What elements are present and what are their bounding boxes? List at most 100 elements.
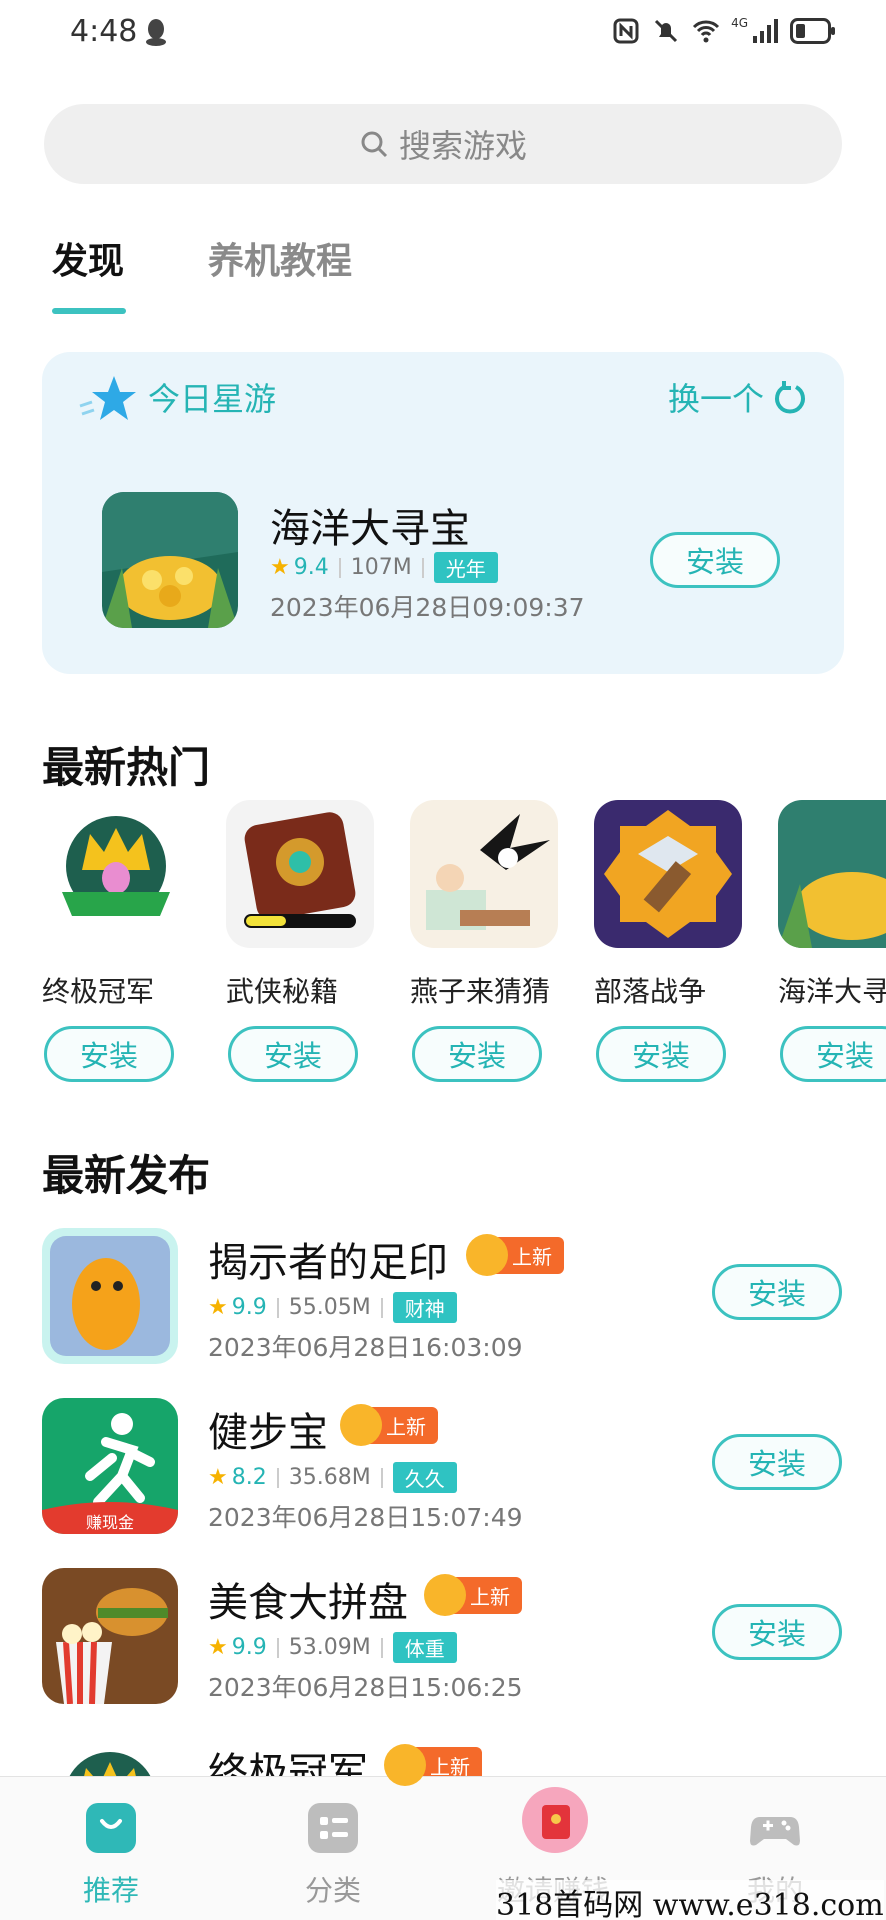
hot-game-name: 燕子来猜猜 (410, 975, 551, 1008)
search-placeholder: 搜索游戏 (398, 127, 527, 165)
hot-game-item[interactable]: 部落战争 安装 (594, 800, 744, 1082)
site-watermark: 318首码网 www.e318.com (496, 1880, 884, 1920)
refresh-button[interactable]: 换一个 (668, 374, 808, 420)
today-game-date: 2023年06月28日09:09:37 (270, 593, 585, 622)
section-title-hot: 最新热门 (42, 743, 211, 792)
section-title-new: 最新发布 (42, 1151, 211, 1200)
release-date: 2023年06月28日15:07:49 (208, 1503, 523, 1532)
list-item[interactable]: 赚现金 健步宝 上新 ★ 8.2 35.68M 久久 2023年06月28日15… (0, 1398, 886, 1558)
star-icon (79, 376, 136, 420)
game-icon-champion[interactable] (42, 800, 190, 948)
list-item[interactable]: 揭示者的足印 上新 ★ 9.9 55.05M 财神 2023年06月28日16:… (0, 1228, 886, 1388)
rating-star-icon: ★ (270, 555, 290, 580)
install-button[interactable]: 安装 (780, 1026, 886, 1082)
divider (380, 1637, 383, 1658)
new-badge: 上新 (466, 1234, 564, 1276)
search-icon (361, 131, 388, 158)
wifi-icon (693, 20, 720, 43)
category-icon (308, 1803, 358, 1853)
game-name: 揭示者的足印 (208, 1240, 448, 1286)
divider (276, 1467, 279, 1488)
status-time: 4:48 (70, 14, 138, 49)
install-button[interactable]: 安装 (44, 1026, 174, 1082)
search-bar[interactable]: 搜索游戏 (44, 104, 842, 184)
file-size: 107M (350, 555, 412, 580)
rating-value: 8.2 (231, 1465, 267, 1490)
install-button[interactable]: 安装 (712, 1604, 842, 1660)
rating-value: 9.9 (231, 1635, 267, 1660)
divider (380, 1467, 383, 1488)
rating-star-icon: ★ (208, 1465, 228, 1490)
hot-game-name: 海洋大寻宝 (778, 975, 886, 1008)
game-meta: ★ 9.9 53.09M 体重 (208, 1632, 457, 1663)
game-icon-jianbubao[interactable]: 赚现金 (42, 1398, 178, 1534)
hot-game-item[interactable]: 武侠秘籍 安装 (226, 800, 376, 1082)
battery-icon (790, 18, 835, 44)
hot-game-name: 部落战争 (594, 975, 707, 1008)
today-game-meta: ★ 9.4 107M 光年 (270, 552, 498, 583)
signal-icon (753, 19, 778, 43)
hot-game-name: 武侠秘籍 (226, 975, 339, 1008)
hot-game-item[interactable]: 终极冠军 安装 (42, 800, 192, 1082)
hot-games-row[interactable]: 终极冠军 安装 武侠秘籍 安装 燕子来猜猜 安装 部落战争 安装 海洋大寻宝 安… (0, 800, 886, 1090)
install-button[interactable]: 安装 (228, 1026, 358, 1082)
rating-value: 9.4 (293, 555, 329, 580)
publisher-tag: 财神 (392, 1292, 457, 1323)
laughing-emoji-icon (340, 1404, 382, 1446)
game-icon-ocean[interactable] (778, 800, 886, 948)
bag-icon (86, 1803, 136, 1853)
refresh-icon (775, 381, 805, 414)
mute-bell-icon (655, 19, 678, 43)
nav-recommend[interactable]: 推荐 (36, 1777, 186, 1920)
game-icon-food[interactable] (42, 1568, 178, 1704)
nav-recommend-label: 推荐 (82, 1874, 139, 1907)
nav-category[interactable]: 分类 (258, 1777, 408, 1920)
game-icon-clan[interactable] (594, 800, 742, 948)
earn-cash-label: 赚现金 (86, 1513, 134, 1532)
install-button[interactable]: 安装 (596, 1026, 726, 1082)
nav-category-label: 分类 (304, 1874, 361, 1907)
tab-tutorial[interactable]: 养机教程 (208, 232, 352, 284)
list-item[interactable]: 美食大拼盘 上新 ★ 9.9 53.09M 体重 2023年06月28日15:0… (0, 1568, 886, 1728)
install-button[interactable]: 安装 (650, 532, 780, 588)
game-name: 美食大拼盘 (208, 1580, 408, 1626)
release-date: 2023年06月28日15:06:25 (208, 1673, 523, 1702)
refresh-label: 换一个 (667, 380, 764, 418)
tab-discover[interactable]: 发现 (52, 232, 124, 284)
red-envelope-icon (522, 1787, 588, 1853)
network-type: 4G (731, 16, 748, 30)
release-date: 2023年06月28日16:03:09 (208, 1333, 523, 1362)
laughing-emoji-icon (384, 1744, 426, 1786)
today-title: 今日星游 (148, 380, 277, 418)
today-game-name: 海洋大寻宝 (270, 506, 470, 552)
rating-star-icon: ★ (208, 1295, 228, 1320)
rating-value: 9.9 (231, 1295, 267, 1320)
file-size: 53.09M (288, 1635, 371, 1660)
hot-game-item[interactable]: 海洋大寻宝 安装 (778, 800, 886, 1082)
divider (276, 1637, 279, 1658)
game-meta: ★ 9.9 55.05M 财神 (208, 1292, 457, 1323)
new-badge: 上新 (424, 1574, 522, 1616)
status-icons: 4G (611, 16, 836, 46)
publisher-tag: 光年 (433, 552, 498, 583)
install-button[interactable]: 安装 (712, 1264, 842, 1320)
divider (276, 1297, 279, 1318)
rating-star-icon: ★ (208, 1635, 228, 1660)
game-meta: ★ 8.2 35.68M 久久 (208, 1462, 457, 1493)
game-icon-ocean[interactable] (102, 492, 238, 628)
tab-indicator (52, 308, 126, 314)
game-icon-footprint[interactable] (42, 1228, 178, 1364)
today-card: 今日星游 换一个 海洋大寻宝 ★ 9.4 107M 光年 2023年06月28日… (42, 352, 844, 674)
file-size: 35.68M (288, 1465, 371, 1490)
nfc-icon (613, 18, 639, 44)
divider (380, 1297, 383, 1318)
game-icon-swallow[interactable] (410, 800, 558, 948)
hot-game-item[interactable]: 燕子来猜猜 安装 (410, 800, 560, 1082)
publisher-tag: 体重 (392, 1632, 457, 1663)
divider (421, 557, 424, 578)
install-button[interactable]: 安装 (412, 1026, 542, 1082)
qq-icon (146, 19, 166, 46)
install-button[interactable]: 安装 (712, 1434, 842, 1490)
game-icon-martial[interactable] (226, 800, 374, 948)
divider (338, 557, 341, 578)
